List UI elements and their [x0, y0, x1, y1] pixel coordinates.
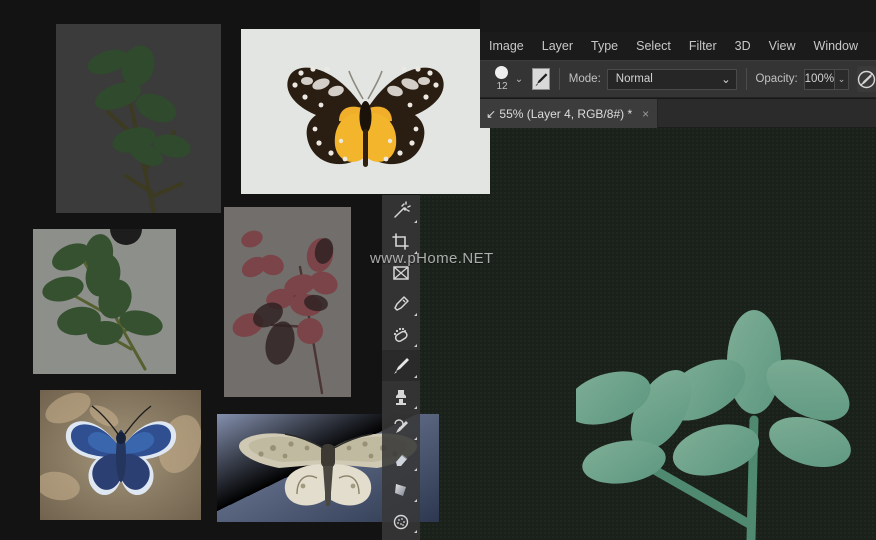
- tool-eyedropper-tool[interactable]: [382, 288, 420, 319]
- airbrush-icon: [857, 70, 876, 88]
- menu-item-layer[interactable]: Layer: [533, 35, 582, 57]
- tool-options-bar: 12 ⌄ Mode: Normal ⌄ Opacity: 100% ⌄: [480, 60, 876, 98]
- photoshop-window: Image Layer Type Select Filter 3D View W…: [0, 0, 876, 540]
- menu-bar[interactable]: Image Layer Type Select Filter 3D View W…: [480, 32, 876, 60]
- frame-icon: [393, 265, 409, 280]
- menu-item-3d[interactable]: 3D: [726, 35, 760, 57]
- flyout-arrow: [414, 406, 417, 409]
- plant-artwork: [576, 310, 851, 540]
- close-icon[interactable]: ×: [642, 107, 649, 121]
- brush-preset-picker[interactable]: [532, 68, 551, 90]
- green-compound-leaves-image: [33, 229, 176, 374]
- menu-item-view[interactable]: View: [760, 35, 805, 57]
- tool-magic-wand-tool[interactable]: [382, 195, 420, 226]
- tool-frame-tool[interactable]: [382, 257, 420, 288]
- plant-stem-dark-image: [56, 24, 221, 213]
- flyout-arrow: [414, 344, 417, 347]
- thumbnail-plant-stem-dark[interactable]: [56, 24, 221, 213]
- flyout-arrow: [414, 530, 417, 533]
- crop-icon: [392, 232, 409, 250]
- flyout-arrow: [414, 313, 417, 316]
- eraser-icon: [396, 454, 408, 466]
- history-brush-icon: [394, 418, 408, 433]
- magic-wand-icon: [394, 200, 411, 218]
- opacity-chevron-down-icon[interactable]: ⌄: [835, 68, 850, 90]
- thumbnail-blue-butterfly[interactable]: [40, 390, 201, 520]
- airbrush-toggle-button[interactable]: [857, 66, 876, 92]
- flyout-arrow: [414, 437, 417, 440]
- brush-tip-dot: [495, 66, 508, 79]
- healing-brush-icon: [393, 327, 408, 342]
- tool-healing-brush-tool[interactable]: [382, 319, 420, 350]
- options-divider: [559, 68, 560, 90]
- opacity-value: 100%: [804, 73, 835, 85]
- document-tab[interactable]: ↙ 55% (Layer 4, RGB/8#) * ×: [480, 99, 659, 128]
- mode-label: Mode:: [568, 73, 601, 85]
- opacity-input[interactable]: 100%: [803, 68, 836, 90]
- tool-brush-tool[interactable]: [382, 350, 420, 381]
- tool-pen-tool[interactable]: [382, 536, 420, 540]
- flyout-arrow: [414, 251, 417, 254]
- menu-item-filter[interactable]: Filter: [680, 35, 726, 57]
- gradient-icon: [395, 483, 406, 496]
- options-divider: [745, 68, 747, 90]
- eyedropper-icon: [394, 295, 409, 311]
- red-leaves-image: [224, 207, 351, 397]
- brush-icon: [535, 73, 548, 87]
- blue-butterfly-image: [40, 390, 201, 520]
- flyout-arrow: [414, 375, 417, 378]
- menu-item-type[interactable]: Type: [582, 35, 627, 57]
- brush-size-value: 12: [496, 81, 508, 92]
- tool-gradient-tool[interactable]: [382, 474, 420, 505]
- brush-icon: [394, 357, 409, 374]
- tool-eraser-tool[interactable]: [382, 443, 420, 474]
- tool-crop-tool[interactable]: [382, 226, 420, 257]
- clone-stamp-icon: [396, 389, 406, 405]
- blur-icon: [393, 514, 409, 529]
- blend-mode-select[interactable]: Normal ⌄: [606, 68, 737, 90]
- tool-history-brush-tool[interactable]: [382, 412, 420, 443]
- menu-item-help[interactable]: Help: [867, 35, 876, 57]
- flyout-arrow: [414, 468, 417, 471]
- blend-mode-value: Normal: [615, 73, 653, 85]
- thumbnail-green-compound-leaves[interactable]: [33, 229, 176, 374]
- document-tab-label: ↙ 55% (Layer 4, RGB/8#) *: [486, 106, 633, 121]
- yellow-butterfly-image: [241, 29, 490, 194]
- opacity-label: Opacity:: [755, 73, 798, 85]
- tool-blur-tool[interactable]: [382, 505, 420, 536]
- flyout-arrow: [414, 220, 417, 223]
- chevron-down-icon: ⌄: [721, 74, 731, 86]
- menu-item-window[interactable]: Window: [805, 35, 867, 57]
- menu-item-select[interactable]: Select: [627, 35, 680, 57]
- brush-size-preview[interactable]: 12: [490, 62, 508, 96]
- menu-item-image[interactable]: Image: [480, 35, 533, 57]
- tools-panel[interactable]: [382, 195, 420, 540]
- flyout-arrow: [414, 499, 417, 502]
- document-tab-strip: ↙ 55% (Layer 4, RGB/8#) * ×: [480, 99, 876, 128]
- thumbnail-yellow-butterfly[interactable]: [241, 29, 490, 194]
- tool-clone-stamp-tool[interactable]: [382, 381, 420, 412]
- thumbnail-red-leaves[interactable]: [224, 207, 351, 397]
